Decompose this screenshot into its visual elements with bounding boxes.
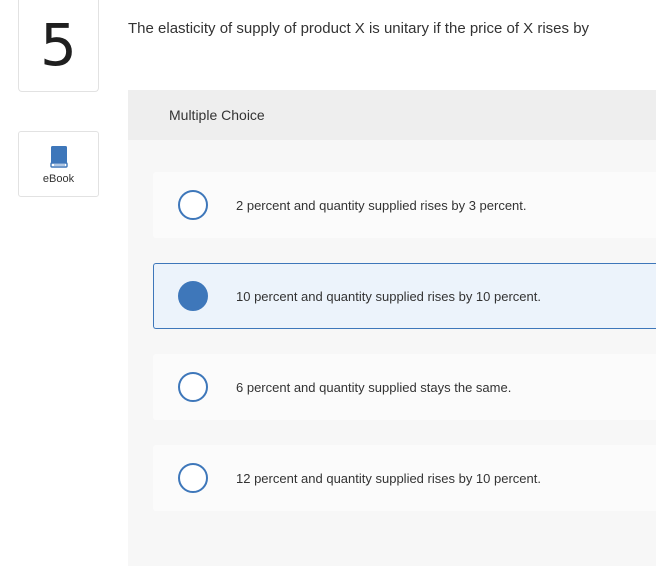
choice-text: 10 percent and quantity supplied rises b… (236, 288, 541, 304)
question-text: The elasticity of supply of product X is… (128, 20, 590, 37)
question-number: 5 (40, 10, 77, 79)
choices-list: 2 percent and quantity supplied rises by… (128, 140, 656, 566)
question-number-box: 5 (18, 0, 99, 92)
choice-text: 2 percent and quantity supplied rises by… (236, 197, 527, 213)
choice-text: 12 percent and quantity supplied rises b… (236, 470, 541, 486)
choice-text: 6 percent and quantity supplied stays th… (236, 379, 512, 395)
ebook-label: eBook (42, 173, 75, 185)
radio-button-selected[interactable] (178, 281, 208, 311)
choice-option-3[interactable]: 6 percent and quantity supplied stays th… (153, 354, 656, 420)
radio-button[interactable] (178, 190, 208, 220)
answer-panel: Multiple Choice 2 percent and quantity s… (128, 90, 656, 566)
question-page: 5 eBook The elasticity of supply of prod… (0, 0, 656, 575)
radio-button[interactable] (178, 463, 208, 493)
ebook-button[interactable]: eBook (18, 131, 99, 197)
radio-button[interactable] (178, 372, 208, 402)
choice-option-2[interactable]: 10 percent and quantity supplied rises b… (153, 263, 656, 329)
panel-header: Multiple Choice (128, 90, 656, 140)
book-icon (49, 146, 68, 168)
choice-option-1[interactable]: 2 percent and quantity supplied rises by… (153, 172, 656, 238)
choice-option-4[interactable]: 12 percent and quantity supplied rises b… (153, 445, 656, 511)
